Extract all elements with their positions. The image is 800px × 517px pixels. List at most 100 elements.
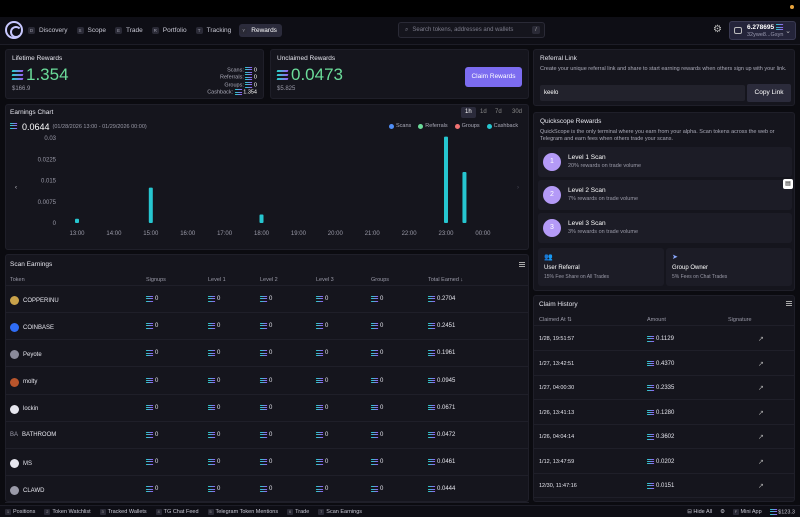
- card-desc: 15% Fee Share on All Trades: [544, 274, 610, 280]
- tab-label: Tracking: [206, 27, 232, 34]
- legend-referrals[interactable]: Referrals: [418, 123, 448, 129]
- token-cell[interactable]: lockin: [10, 404, 39, 414]
- level-number: 3: [543, 219, 561, 237]
- bottom-token-watchlist[interactable]: 2 Token Watchlist: [44, 508, 91, 515]
- sol-icon: [207, 323, 216, 329]
- shortcut-key: 4: [155, 508, 162, 515]
- col-level-2[interactable]: Level 2: [260, 277, 278, 283]
- bottom-trade[interactable]: 6 Trade: [287, 508, 309, 515]
- columns-menu-icon[interactable]: [519, 262, 525, 267]
- sol-icon: [259, 350, 268, 356]
- chart-bar[interactable]: [148, 187, 153, 223]
- timeframe-30d[interactable]: 30d: [508, 107, 526, 118]
- shortcut-key: R: [151, 27, 159, 34]
- tab-discovery[interactable]: D Discovery: [27, 24, 73, 37]
- chart-bar[interactable]: [444, 136, 448, 223]
- y-tick-label: 0.03: [44, 136, 56, 142]
- tab-trade[interactable]: E Trade: [114, 24, 148, 37]
- sol-icon: [427, 378, 436, 384]
- header-divider: [5, 285, 529, 286]
- timeframe-1d[interactable]: 1d: [476, 107, 491, 118]
- external-link-icon[interactable]: ↗: [758, 409, 764, 417]
- external-link-icon[interactable]: ↗: [758, 335, 764, 343]
- token-name: lockin: [23, 406, 39, 413]
- hide-all-button[interactable]: ⊟ Hide All: [687, 509, 712, 515]
- tab-rewards[interactable]: Y Rewards: [239, 24, 282, 37]
- bottom-telegram-token-mentions[interactable]: 5 Telegram Token Mentions: [207, 508, 278, 515]
- tab-scope[interactable]: S Scope: [76, 24, 111, 37]
- sol-icon: [145, 486, 154, 492]
- token-cell[interactable]: COPPERINU: [10, 296, 59, 305]
- token-cell[interactable]: COINBASE: [10, 323, 54, 333]
- external-link-icon[interactable]: ↗: [758, 482, 764, 490]
- level-2-card[interactable]: 2 Level 2 Scan 7% rewards on trade volume: [538, 180, 792, 210]
- external-link-icon[interactable]: ↗: [758, 433, 764, 441]
- token-cell[interactable]: CLAWD: [10, 486, 44, 496]
- tab-portfolio[interactable]: R Portfolio: [151, 24, 192, 37]
- x-tick-label: 18:00: [254, 231, 270, 237]
- wallet-button[interactable]: 6.278695 32ywe8...Gsyn ⌄: [729, 21, 796, 40]
- logo-icon[interactable]: [5, 21, 23, 39]
- cell-l1: 0: [207, 378, 220, 384]
- bottom-positions[interactable]: 1 Positions: [5, 508, 35, 515]
- cell-signups: 0: [145, 432, 158, 438]
- legend-cashback[interactable]: Cashback: [486, 123, 518, 129]
- mini-app-button[interactable]: F Mini App: [733, 509, 762, 515]
- bottom-tracked-wallets[interactable]: 3 Tracked Wallets: [99, 508, 147, 515]
- copy-link-button[interactable]: Copy Link: [747, 84, 791, 102]
- bottom-tg-chat-feed[interactable]: 4 TG Chat Feed: [155, 508, 199, 515]
- gear-icon[interactable]: ⚙: [713, 25, 722, 35]
- x-tick-label: 16:00: [180, 231, 196, 237]
- col-level-1[interactable]: Level 1: [208, 277, 226, 283]
- token-cell[interactable]: molty: [10, 377, 37, 387]
- tab-tracking[interactable]: T Tracking: [195, 24, 237, 37]
- col-signups[interactable]: Signups: [146, 277, 166, 283]
- card-desc: 5% Fees on Chat Trades: [672, 274, 728, 280]
- token-avatar: [10, 350, 19, 360]
- external-link-icon[interactable]: ↗: [758, 360, 764, 368]
- bottom-scan-earnings[interactable]: 7 Scan Earnings: [318, 508, 362, 515]
- referral-code-field[interactable]: keelo: [540, 85, 745, 101]
- card-title: Group Owner: [672, 265, 709, 271]
- claim-col-amount[interactable]: Amount: [647, 317, 666, 323]
- col-level-3[interactable]: Level 3: [316, 277, 334, 283]
- token-cell[interactable]: Peyote: [10, 350, 42, 360]
- col-groups[interactable]: Groups: [371, 277, 389, 283]
- sol-icon: [370, 350, 379, 356]
- sol-icon: [207, 405, 216, 411]
- external-link-icon[interactable]: ↗: [758, 384, 764, 392]
- sol-icon: [646, 434, 655, 440]
- level-3-card[interactable]: 3 Level 3 Scan 3% rewards on trade volume: [538, 213, 792, 243]
- token-name: Peyote: [23, 351, 42, 358]
- claim-col-signature[interactable]: Signature: [728, 317, 752, 323]
- columns-menu-icon[interactable]: [786, 301, 792, 306]
- chart-bar[interactable]: [462, 172, 467, 223]
- external-link-icon[interactable]: ↗: [758, 458, 764, 466]
- sol-icon: [315, 459, 324, 465]
- col-token[interactable]: Token: [10, 277, 25, 283]
- legend-groups[interactable]: Groups: [454, 123, 480, 129]
- search-input[interactable]: ⌕ Search tokens, addresses and wallets /: [398, 22, 545, 38]
- row-divider: [5, 312, 529, 313]
- chart-bar[interactable]: [259, 214, 264, 224]
- reward-card-2[interactable]: ➤ Group Owner 5% Fees on Chat Trades: [666, 248, 792, 286]
- claim-amount: 0.4370: [646, 361, 674, 367]
- token-cell[interactable]: BA BATHROOM: [10, 432, 56, 438]
- timeframe-1h[interactable]: 1h: [461, 107, 476, 118]
- reward-card-1[interactable]: 👥 User Referral 15% Fee Share on All Trade…: [538, 248, 664, 286]
- header-divider: [533, 325, 795, 326]
- claim-col-claimed-at[interactable]: Claimed At ⇅: [539, 317, 572, 323]
- level-1-card[interactable]: 1 Level 1 Scan 20% rewards on trade volume: [538, 147, 792, 177]
- timeframe-7d[interactable]: 7d: [491, 107, 506, 118]
- earnings-chart: 0 0.0075 0.015 0.0225 0.03 13:00 14:00 15:00 16:…: [15, 136, 519, 237]
- col-total-earned[interactable]: Total Earned ↓: [428, 277, 463, 283]
- chat-icon[interactable]: ▤: [783, 179, 793, 189]
- bottom-label: Token Watchlist: [52, 508, 91, 515]
- token-cell[interactable]: MS: [10, 459, 32, 469]
- claim-amount: 0.0202: [646, 459, 674, 465]
- chevron-down-icon: ⌄: [785, 28, 791, 35]
- gear-icon[interactable]: ⚙: [720, 509, 725, 515]
- claim-rewards-button[interactable]: Claim Rewards: [465, 67, 522, 87]
- chart-bar[interactable]: [75, 218, 79, 223]
- legend-scans[interactable]: Scans: [389, 123, 411, 129]
